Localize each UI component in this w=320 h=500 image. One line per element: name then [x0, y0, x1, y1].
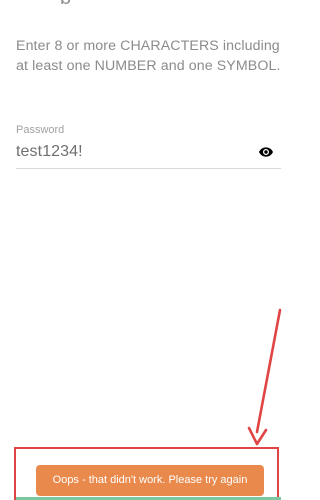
error-toast: Oops - that didn't work. Please try agai…: [36, 465, 264, 496]
page-title-fragment: p: [60, 0, 280, 4]
password-visibility-toggle[interactable]: [257, 144, 275, 160]
password-instructions: Enter 8 or more CHARACTERS including at …: [16, 38, 281, 74]
password-field-underline: [16, 168, 281, 169]
password-screen: p Enter 8 or more CHARACTERS including a…: [0, 0, 300, 500]
eye-icon: [259, 147, 273, 157]
password-label: Password: [16, 124, 65, 136]
password-input[interactable]: [16, 142, 262, 162]
